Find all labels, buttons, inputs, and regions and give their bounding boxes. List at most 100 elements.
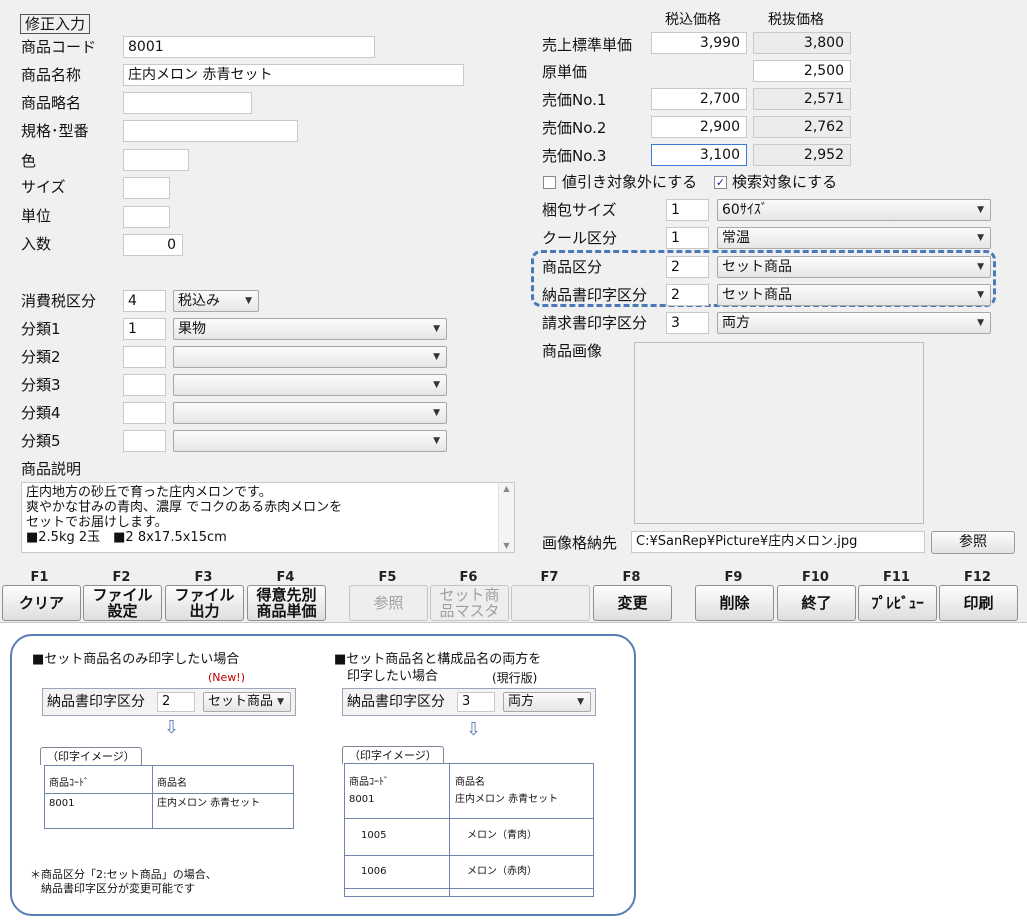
category-4-label: 分類4 [21,404,61,422]
f6-set-master-button[interactable]: セット商 品マスタ [430,585,509,621]
tax-input[interactable]: 4 [123,290,166,312]
delivery-slip-label: 納品書印字区分 [542,286,648,304]
category-4-select[interactable]: ▼ [173,402,447,424]
table-divider [152,766,153,828]
price-1-label: 売価No.1 [542,91,607,109]
f12-print-button[interactable]: 印刷 [939,585,1018,621]
size-input[interactable] [123,177,170,199]
unit-input[interactable] [123,206,170,228]
fkey-f12-caption: F12 [964,570,991,585]
category-4-input[interactable] [123,402,166,424]
name-input[interactable]: 庄内メロン 赤青セット [123,64,464,86]
price-1-with-tax[interactable]: 2,700 [651,88,747,110]
scroll-up-icon[interactable]: ▲ [499,483,514,495]
f5-reference-button[interactable]: 参照 [349,585,428,621]
description-scrollbar[interactable]: ▲ ▼ [498,483,514,552]
cool-class-select[interactable]: 常温 ▼ [717,227,991,249]
cool-class-label: クール区分 [542,229,618,247]
description-textarea[interactable]: 庄内地方の砂丘で育った庄内メロンです。 爽やかな甘みの青肉、濃厚 でコクのある赤… [21,482,515,553]
category-3-select[interactable]: ▼ [173,374,447,396]
category-1-select[interactable]: 果物 ▼ [173,318,447,340]
category-1-input[interactable]: 1 [123,318,166,340]
short-name-input[interactable] [123,92,252,114]
packing-size-label: 梱包サイズ [542,201,617,219]
left-sample-field: 納品書印字区分 2 セット商品 ▼ [42,688,296,716]
fkey-f6-caption: F6 [459,570,478,585]
table-divider [449,764,450,896]
code-label: 商品コード [21,38,97,56]
cost-price-input[interactable]: 2,500 [753,60,851,82]
description-line: ■2.5kg 2玉 ■2 8x17.5x15cm [26,530,227,545]
unit-label: 単位 [21,207,52,225]
chevron-down-icon: ▼ [577,697,584,707]
price-2-without-tax: 2,762 [753,116,851,138]
price-3-with-tax[interactable]: 3,100 [651,144,747,166]
invoice-print-input[interactable]: 3 [666,312,709,334]
searchable-checkbox[interactable]: ✓ [714,176,727,189]
color-input[interactable] [123,149,189,171]
tax-select[interactable]: 税込み ▼ [173,290,259,312]
category-5-select[interactable]: ▼ [173,430,447,452]
spec-input[interactable] [123,120,298,142]
right-row-code: 1005 [361,830,387,841]
new-badge: (New!) [208,671,245,684]
f3-file-output-button[interactable]: ファイル 出力 [165,585,244,621]
category-2-input[interactable] [123,346,166,368]
product-class-select[interactable]: セット商品 ▼ [717,256,991,278]
f2-file-settings-button[interactable]: ファイル 設定 [83,585,162,621]
left-row-name: 庄内メロン 赤青セット [157,798,261,809]
left-note-1: ＊商品区分「2:セット商品」の場合、 [30,868,217,881]
description-line: セットでお届けします。 [26,515,168,530]
f4-label: 得意先別 商品単価 [256,586,317,620]
f12-label: 印刷 [963,594,994,612]
category-2-label: 分類2 [21,348,61,366]
explanation-panel: ■セット商品名のみ印字したい場合 (New!) 納品書印字区分 2 セット商品 ▼… [10,634,636,916]
right-row-name: メロン（青肉） [467,830,537,841]
fkey-f3-caption: F3 [194,570,213,585]
browse-button[interactable]: 参照 [931,531,1015,554]
f10-exit-button[interactable]: 終了 [777,585,856,621]
f9-delete-button[interactable]: 削除 [695,585,774,621]
cool-class-input[interactable]: 1 [666,227,709,249]
left-title: ■セット商品名のみ印字したい場合 [32,652,240,667]
left-sample-select: セット商品 ▼ [203,692,291,712]
description-line: 爽やかな甘みの青肉、濃厚 でコクのある赤肉メロンを [26,500,343,515]
right-row-name: メロン（赤肉） [467,866,537,877]
category-5-label: 分類5 [21,432,61,450]
f7-button[interactable] [511,585,590,621]
f1-clear-button[interactable]: クリア [2,585,81,621]
code-input[interactable]: 8001 [123,36,375,58]
f11-preview-button[interactable]: ﾌﾟﾚﾋﾞｭｰ [858,585,937,621]
right-sample-field: 納品書印字区分 3 両方 ▼ [342,688,596,716]
price-2-with-tax[interactable]: 2,900 [651,116,747,138]
description-label: 商品説明 [21,460,82,478]
price-standard-with-tax[interactable]: 3,990 [651,32,747,54]
category-5-input[interactable] [123,430,166,452]
delivery-slip-select[interactable]: セット商品 ▼ [717,284,991,306]
image-path-input[interactable]: C:¥SanRep¥Picture¥庄内メロン.jpg [631,531,925,553]
f3-label: ファイル 出力 [174,586,235,620]
image-path-label: 画像格納先 [542,534,618,552]
right-sample-value: 3 [457,692,495,712]
packing-size-select[interactable]: 60ｻｲｽﾞ ▼ [717,199,991,221]
fkey-f1-caption: F1 [30,570,49,585]
short-name-label: 商品略名 [21,94,82,112]
right-sample-label: 納品書印字区分 [347,694,445,710]
product-class-input[interactable]: 2 [666,256,709,278]
product-image-box[interactable] [634,342,924,524]
chevron-down-icon: ▼ [977,290,984,300]
category-3-input[interactable] [123,374,166,396]
exclude-discount-checkbox[interactable] [543,176,556,189]
packing-size-input[interactable]: 1 [666,199,709,221]
delivery-slip-select-value: セット商品 [722,287,792,303]
left-print-table: 商品ｺｰﾄﾞ 商品名 8001 庄内メロン 赤青セット [44,765,294,829]
invoice-print-select[interactable]: 両方 ▼ [717,312,991,334]
scroll-down-icon[interactable]: ▼ [499,540,514,552]
category-2-select[interactable]: ▼ [173,346,447,368]
f8-change-button[interactable]: 変更 [593,585,672,621]
delivery-slip-input[interactable]: 2 [666,284,709,306]
f4-customer-price-button[interactable]: 得意先別 商品単価 [247,585,326,621]
mode-label: 修正入力 [20,14,91,34]
fkey-f4-caption: F4 [276,570,295,585]
qty-input[interactable]: 0 [123,234,183,256]
